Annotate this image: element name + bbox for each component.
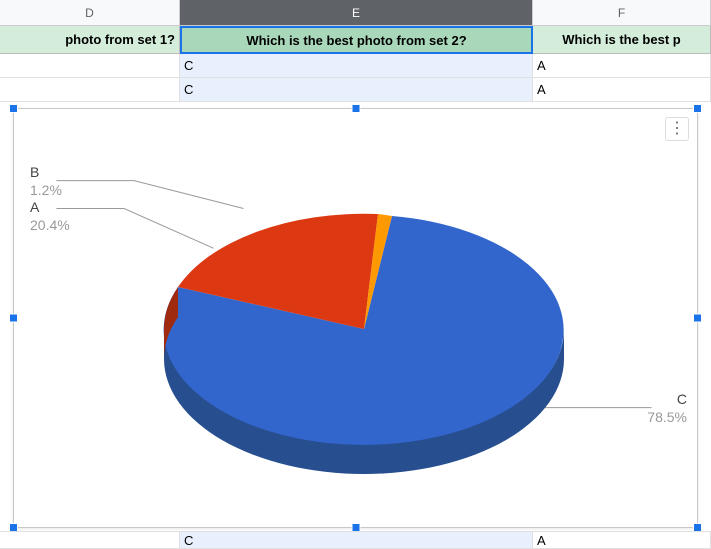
- column-header-D[interactable]: D: [0, 0, 180, 25]
- pie-chart: B 1.2% A 20.4% C 78.5%: [14, 109, 697, 527]
- cell[interactable]: A: [533, 78, 711, 102]
- slice-label-B: B 1.2%: [30, 164, 62, 199]
- cell-header-D[interactable]: photo from set 1?: [0, 26, 180, 54]
- cell-header-F[interactable]: Which is the best p: [533, 26, 711, 54]
- spreadsheet-grid: D E F photo from set 1? Which is the bes…: [0, 0, 711, 102]
- pie-chart-container[interactable]: ⋮ B 1.2% A 20.4%: [13, 108, 698, 528]
- cell[interactable]: C: [180, 531, 533, 549]
- cell[interactable]: C: [180, 54, 533, 78]
- cell[interactable]: A: [533, 54, 711, 78]
- cell[interactable]: A: [533, 531, 711, 549]
- slice-label-C: C 78.5%: [647, 391, 687, 426]
- slice-label-A: A 20.4%: [30, 199, 70, 234]
- cell[interactable]: [0, 531, 180, 549]
- partial-bottom-row: C A: [0, 531, 711, 549]
- column-header-F[interactable]: F: [533, 0, 711, 25]
- cell[interactable]: [0, 54, 180, 78]
- pie-svg: [154, 164, 574, 494]
- cell[interactable]: C: [180, 78, 533, 102]
- cell[interactable]: [0, 78, 180, 102]
- cell-header-E[interactable]: Which is the best photo from set 2?: [180, 26, 533, 54]
- column-header-row: D E F: [0, 0, 711, 26]
- column-header-E[interactable]: E: [180, 0, 533, 25]
